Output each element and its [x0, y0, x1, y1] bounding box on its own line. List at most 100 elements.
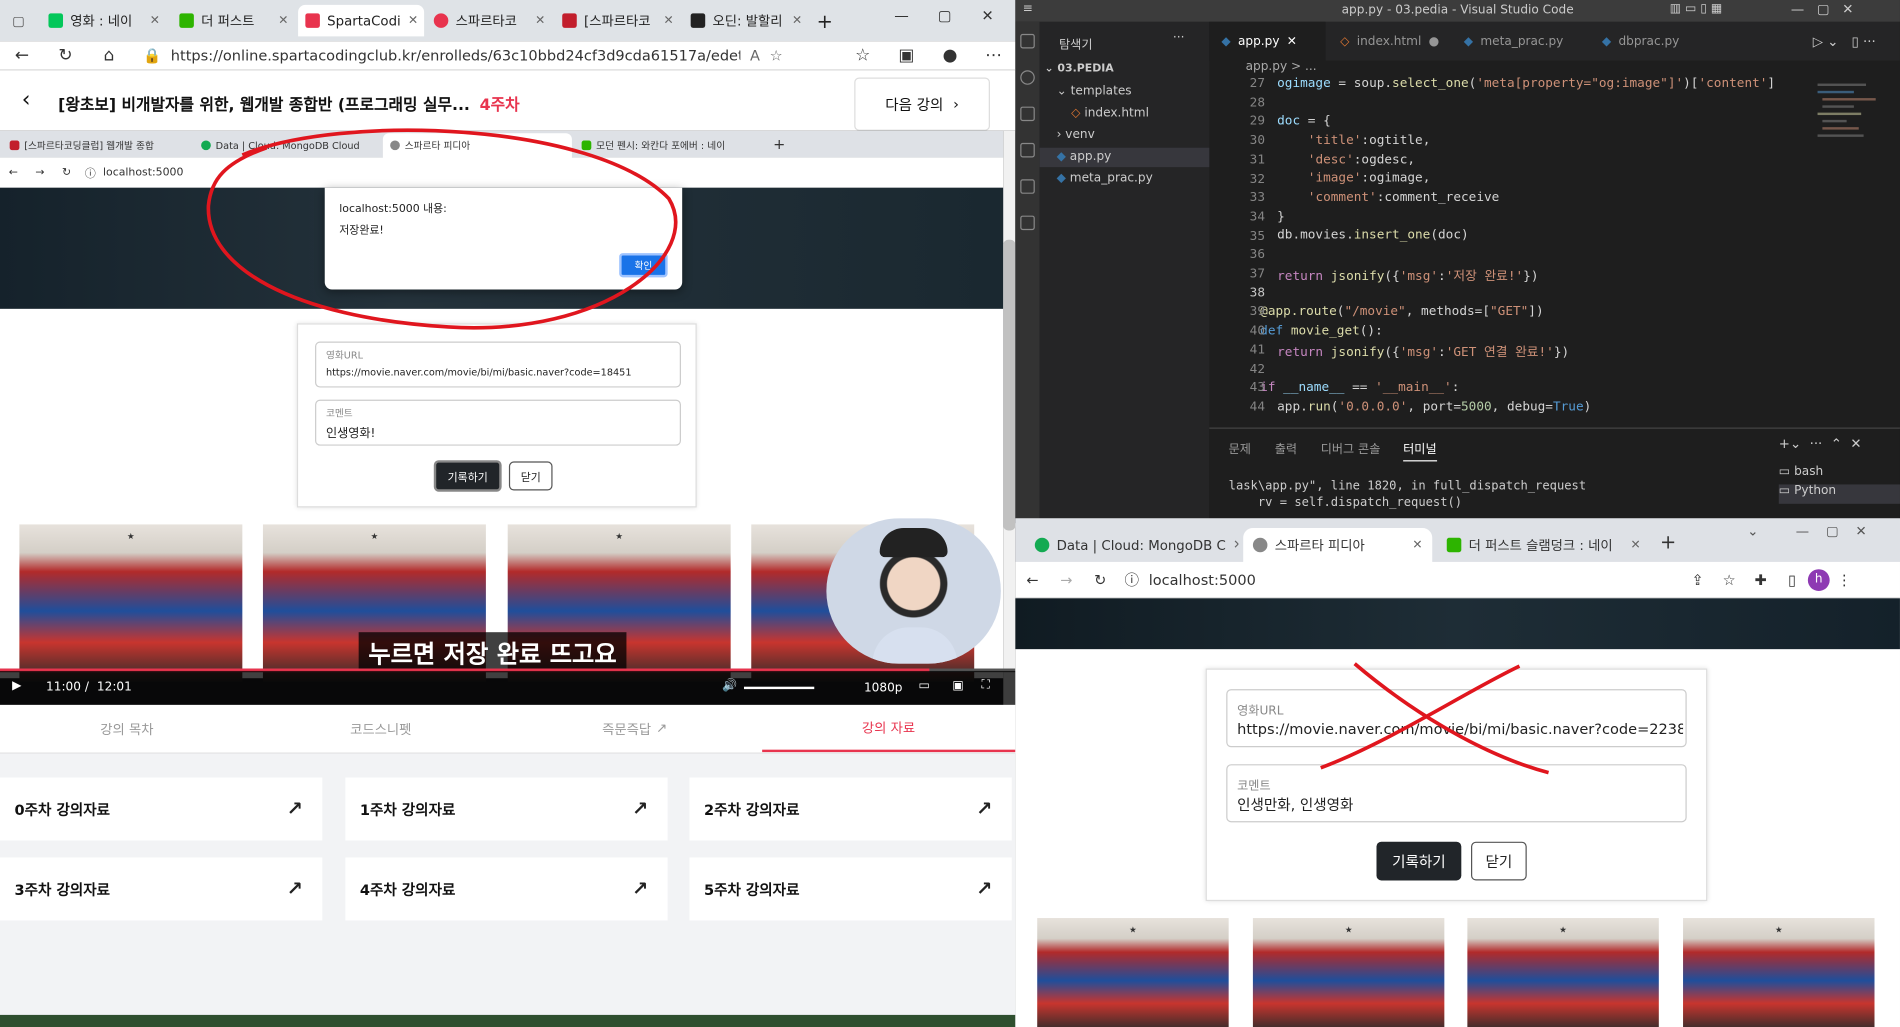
minimize-icon[interactable]: —: [894, 7, 909, 24]
folder-templates[interactable]: ⌄ templates: [1057, 85, 1132, 98]
play-icon[interactable]: ▶: [12, 679, 21, 692]
edge-tab-2[interactable]: 더 퍼스트 ✕: [172, 5, 296, 36]
close-icon[interactable]: ✕: [535, 14, 545, 27]
close-icon[interactable]: ✕: [1287, 35, 1297, 48]
close-icon[interactable]: ✕: [150, 14, 160, 27]
close-icon[interactable]: ✕: [408, 14, 418, 27]
fullscreen-icon[interactable]: ⛶: [981, 678, 989, 691]
search-icon[interactable]: [1020, 70, 1035, 85]
chevron-left-icon[interactable]: ‹: [22, 87, 31, 112]
terminal-python[interactable]: ▭ Python: [1778, 484, 1900, 504]
star-icon[interactable]: ☆: [1713, 571, 1745, 588]
source-control-icon[interactable]: [1020, 106, 1035, 122]
side-panel-icon[interactable]: ▯: [1776, 571, 1808, 588]
save-button[interactable]: 기록하기: [1376, 841, 1462, 881]
chrome-tab-2[interactable]: 스파르타 피디아 ✕: [1243, 528, 1433, 562]
back-icon[interactable]: ←: [0, 45, 44, 64]
new-tab-button[interactable]: +: [809, 5, 836, 36]
extensions-icon[interactable]: [1020, 179, 1035, 194]
share-icon[interactable]: ⇪: [1682, 571, 1714, 588]
editor-tab-dbprac[interactable]: ◆ dbprac.py: [1590, 22, 1711, 61]
run-icon[interactable]: ▷ ⌄: [1813, 34, 1839, 50]
tab-code-snippet[interactable]: 코드스니펫: [254, 705, 508, 752]
file-app-py[interactable]: ◆ app.py: [1057, 150, 1112, 163]
close-window-icon[interactable]: ✕: [981, 7, 993, 24]
material-item[interactable]: 0주차 강의자료 ↗: [0, 777, 323, 841]
volume-slider[interactable]: [743, 686, 815, 690]
tab-curriculum[interactable]: 강의 목차: [0, 705, 254, 752]
new-tab-button[interactable]: +: [1660, 530, 1676, 553]
favorites-icon[interactable]: ☆: [841, 45, 885, 64]
split-editor-icon[interactable]: ▯ ···: [1851, 34, 1875, 50]
editor-tab-app-py[interactable]: ◆ app.py ✕: [1209, 21, 1326, 61]
reload-icon[interactable]: ↻: [1083, 571, 1117, 588]
edge-tab-3[interactable]: SpartaCodi ✕: [298, 4, 425, 37]
edge-tab-4[interactable]: 스파르타코 ✕: [427, 5, 553, 36]
new-terminal-icon[interactable]: +⌄ ··· ⌃ ✕: [1779, 436, 1862, 452]
edge-tab-1[interactable]: 영화 : 네이 ✕: [41, 5, 167, 36]
volume-icon[interactable]: 🔊: [722, 679, 737, 692]
material-item[interactable]: 4주차 강의자료 ↗: [345, 857, 668, 921]
tab-actions-icon[interactable]: ▢: [5, 5, 37, 36]
close-icon[interactable]: ✕: [1412, 538, 1422, 551]
panel-tab-problems[interactable]: 문제: [1229, 438, 1251, 456]
scrollbar[interactable]: [1003, 130, 1016, 705]
file-meta-prac[interactable]: ◆ meta_prac.py: [1057, 172, 1153, 185]
chrome-tab-3[interactable]: 더 퍼스트 슬램덩크 : 네이 ✕: [1437, 528, 1650, 562]
reload-icon[interactable]: ↻: [44, 45, 88, 64]
favorite-icon[interactable]: ☆: [770, 47, 783, 64]
files-icon[interactable]: [1020, 33, 1035, 49]
more-icon[interactable]: ···: [1173, 31, 1185, 44]
quality-setting[interactable]: 1080p: [864, 682, 903, 695]
material-item[interactable]: 5주차 강의자료 ↗: [689, 857, 1012, 921]
file-index-html[interactable]: ◇ index.html: [1071, 107, 1149, 120]
close-icon[interactable]: ✕: [1630, 538, 1640, 551]
window-controls[interactable]: — ▢ ✕: [1791, 1, 1854, 17]
avatar[interactable]: h: [1807, 568, 1830, 591]
close-icon[interactable]: ✕: [278, 14, 288, 27]
read-aloud-icon[interactable]: A: [750, 47, 760, 64]
folder-venv[interactable]: › venv: [1057, 128, 1095, 141]
edge-tab-5[interactable]: [스파르타코 ✕: [555, 5, 681, 36]
next-lecture-button[interactable]: 다음 강의 ›: [854, 77, 990, 131]
pip-icon[interactable]: ▣: [952, 679, 963, 692]
more-icon[interactable]: ⋯: [972, 45, 1016, 64]
profile-icon[interactable]: ●: [928, 45, 972, 64]
material-item[interactable]: 1주차 강의자료 ↗: [345, 777, 668, 841]
flask-icon[interactable]: [1020, 215, 1035, 231]
collections-icon[interactable]: ▣: [885, 45, 929, 64]
debug-icon[interactable]: [1020, 142, 1035, 158]
tab-search-icon[interactable]: ⌄: [1747, 523, 1758, 539]
edge-tab-6[interactable]: 오딘: 발할리 ✕: [683, 5, 809, 36]
close-button[interactable]: 닫기: [1471, 841, 1527, 881]
close-icon[interactable]: ✕: [1233, 538, 1238, 551]
more-icon[interactable]: ⋮: [1830, 571, 1859, 588]
panel-tab-output[interactable]: 출력: [1275, 438, 1297, 456]
maximize-icon[interactable]: ▢: [938, 7, 952, 24]
tab-materials[interactable]: 강의 자료: [761, 705, 1016, 753]
close-icon[interactable]: ✕: [792, 14, 802, 27]
extensions-icon[interactable]: ✚: [1745, 571, 1777, 588]
back-icon[interactable]: ←: [1015, 571, 1049, 588]
editor-tab-index-html[interactable]: ◇ index.html ●: [1328, 22, 1449, 61]
subtitles-icon[interactable]: ▭: [918, 679, 929, 692]
menu-icon[interactable]: ≡: [1023, 2, 1033, 15]
material-item[interactable]: 2주차 강의자료 ↗: [689, 777, 1012, 841]
chrome-url-field[interactable]: localhost:5000: [1149, 571, 1682, 588]
vscode-titlebar: app.py - 03.pedia - Visual Studio Code: [1015, 0, 1900, 22]
layout-icon[interactable]: ▥ ▭ ▯ ▦: [1670, 2, 1723, 15]
material-item[interactable]: 3주차 강의자료 ↗: [0, 857, 323, 921]
tab-qna[interactable]: 즉문즉답 ↗: [508, 705, 762, 752]
home-icon[interactable]: ⌂: [87, 45, 131, 64]
project-folder[interactable]: ⌄ 03.PEDIA: [1044, 63, 1113, 75]
window-controls[interactable]: — ▢ ✕: [1796, 523, 1867, 539]
panel-tab-debug-console[interactable]: 디버그 콘솔: [1321, 438, 1381, 456]
forward-icon[interactable]: →: [1049, 571, 1083, 588]
close-icon[interactable]: ✕: [664, 14, 674, 27]
panel-tab-terminal[interactable]: 터미널: [1403, 438, 1437, 462]
chrome-tab-1[interactable]: Data | Cloud: MongoDB C✕: [1025, 528, 1238, 562]
code-editor[interactable]: ogimage = soup.select_one('meta[property…: [1209, 76, 1900, 427]
terminal-bash[interactable]: ▭ bash: [1779, 465, 1900, 484]
editor-tab-meta-prac[interactable]: ◆ meta_prac.py: [1452, 22, 1588, 61]
edge-url-field[interactable]: 🔒 https://online.spartacodingclub.kr/enr…: [131, 42, 841, 69]
